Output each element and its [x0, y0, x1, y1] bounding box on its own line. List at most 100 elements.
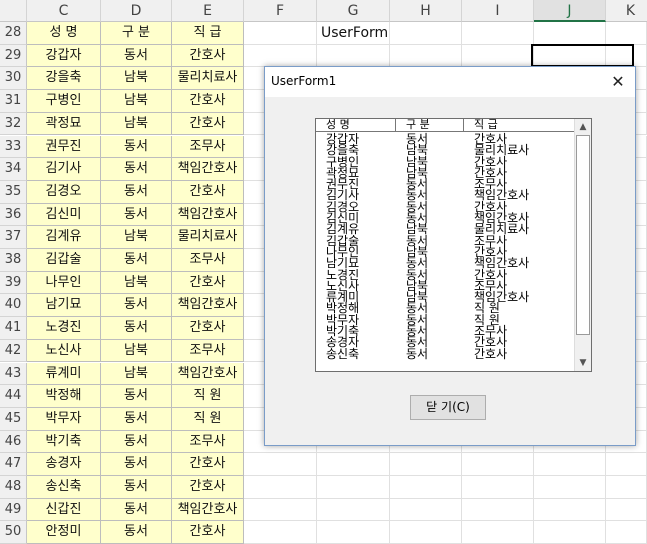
cell-c[interactable]: 김갑술 [27, 249, 101, 272]
cell-c[interactable]: 박무자 [27, 407, 101, 431]
cell-e[interactable]: 간호사 [172, 271, 244, 295]
row-header[interactable]: 50 [0, 521, 27, 544]
cell-d[interactable]: 남북 [101, 67, 172, 91]
cell-e[interactable]: 직 원 [172, 385, 244, 408]
cell-c[interactable]: 권무진 [27, 135, 101, 159]
dialog-titlebar[interactable]: UserForm1 ✕ [265, 67, 635, 97]
cell[interactable] [462, 476, 534, 499]
cell[interactable] [390, 521, 462, 544]
cell-d[interactable]: 동서 [101, 203, 172, 227]
row-header[interactable]: 35 [0, 180, 27, 204]
row-header[interactable]: 33 [0, 135, 27, 159]
cell[interactable] [244, 453, 317, 476]
cell-e[interactable]: 직 원 [172, 407, 244, 431]
cell-c[interactable]: 김계유 [27, 226, 101, 249]
cell-d[interactable]: 동서 [101, 158, 172, 181]
cell-e[interactable]: 간호사 [172, 317, 244, 340]
cell-c[interactable]: 김기사 [27, 158, 101, 181]
cell-d[interactable]: 동서 [101, 453, 172, 476]
cell-e[interactable]: 책임간호사 [172, 294, 244, 318]
cell-c[interactable]: 류계미 [27, 362, 101, 386]
cell[interactable] [244, 498, 317, 522]
cell-d[interactable]: 동서 [101, 407, 172, 431]
cell[interactable] [534, 521, 606, 544]
cell-e[interactable]: 간호사 [172, 521, 244, 544]
column-header-h[interactable]: H [390, 0, 462, 22]
cell[interactable] [317, 498, 390, 522]
cell[interactable] [462, 498, 534, 522]
row-header[interactable]: 36 [0, 203, 27, 227]
cell-e[interactable]: 간호사 [172, 90, 244, 113]
cell[interactable] [534, 498, 606, 522]
scroll-thumb[interactable] [576, 135, 590, 335]
column-header-e[interactable]: E [172, 0, 244, 22]
cell-e[interactable]: 간호사 [172, 476, 244, 499]
cell-c[interactable]: 남기묘 [27, 294, 101, 318]
row-header[interactable]: 40 [0, 294, 27, 318]
cell[interactable] [606, 44, 647, 68]
cell-c[interactable]: 노경진 [27, 317, 101, 340]
cell-d[interactable]: 남북 [101, 226, 172, 249]
scroll-down-icon[interactable]: ▼ [576, 356, 590, 370]
cell-c[interactable]: 성 명 [27, 22, 101, 45]
row-header[interactable]: 31 [0, 90, 27, 113]
cell-d[interactable]: 동서 [101, 317, 172, 340]
cell[interactable] [606, 453, 647, 476]
close-icon[interactable]: ✕ [607, 71, 629, 93]
cell-d[interactable]: 동서 [101, 249, 172, 272]
cell-e[interactable]: 조무사 [172, 430, 244, 454]
cell[interactable] [390, 476, 462, 499]
close-button[interactable]: 닫 기(C) [410, 395, 486, 420]
row-header[interactable]: 43 [0, 362, 27, 386]
cell-c[interactable]: 강갑자 [27, 44, 101, 68]
cell-c[interactable]: 곽정묘 [27, 112, 101, 136]
cell[interactable] [244, 22, 317, 45]
row-header[interactable]: 32 [0, 112, 27, 136]
select-all-corner[interactable] [0, 0, 27, 22]
row-header[interactable]: 39 [0, 271, 27, 295]
cell-d[interactable]: 남북 [101, 339, 172, 363]
cell[interactable] [390, 498, 462, 522]
cell-c[interactable]: 구병인 [27, 90, 101, 113]
cell-d[interactable]: 동서 [101, 430, 172, 454]
cell-c[interactable]: 송신축 [27, 476, 101, 499]
cell[interactable] [317, 476, 390, 499]
row-header[interactable]: 30 [0, 67, 27, 91]
row-header[interactable]: 49 [0, 498, 27, 522]
row-header[interactable]: 29 [0, 44, 27, 68]
cell-c[interactable]: 송경자 [27, 453, 101, 476]
cell-d[interactable]: 남북 [101, 362, 172, 386]
cell-c[interactable]: 박기축 [27, 430, 101, 454]
list-scrollbar[interactable]: ▲ ▼ [574, 119, 591, 371]
row-header[interactable]: 48 [0, 476, 27, 499]
cell-c[interactable]: 안정미 [27, 521, 101, 544]
cell[interactable] [317, 521, 390, 544]
cell[interactable] [534, 22, 606, 45]
cell[interactable] [244, 521, 317, 544]
cell[interactable] [462, 22, 534, 45]
cell-e[interactable]: 조무사 [172, 249, 244, 272]
cell-d[interactable]: 남북 [101, 271, 172, 295]
row-header[interactable]: 28 [0, 22, 27, 45]
cell-e[interactable]: 조무사 [172, 135, 244, 159]
listbox[interactable]: 성 명 구 분 직 급 강갑자 동서 간호사 강을축 남북 물리치료사 구병인 남북 간호사 곽정… [315, 118, 592, 372]
cell[interactable] [606, 22, 647, 45]
cell-d[interactable]: 구 분 [101, 22, 172, 45]
row-header[interactable]: 44 [0, 385, 27, 408]
cell[interactable] [534, 44, 606, 68]
cell-e[interactable]: 책임간호사 [172, 203, 244, 227]
cell-d[interactable]: 동서 [101, 294, 172, 318]
column-header-d[interactable]: D [101, 0, 172, 22]
cell-c[interactable]: 김경오 [27, 180, 101, 204]
list-item[interactable]: 송경자 동서 간호사 [316, 336, 576, 348]
cell-e[interactable]: 책임간호사 [172, 158, 244, 181]
cell-d[interactable]: 동서 [101, 498, 172, 522]
cell-e[interactable]: 책임간호사 [172, 362, 244, 386]
cell-d[interactable]: 동서 [101, 521, 172, 544]
column-header-c[interactable]: C [27, 0, 101, 22]
list-item[interactable]: 강을축 남북 물리치료사 [316, 144, 576, 156]
cell-e[interactable]: 물리치료사 [172, 67, 244, 91]
cell-e[interactable]: 간호사 [172, 44, 244, 68]
cell-c[interactable]: 나무인 [27, 271, 101, 295]
scroll-up-icon[interactable]: ▲ [576, 120, 590, 134]
